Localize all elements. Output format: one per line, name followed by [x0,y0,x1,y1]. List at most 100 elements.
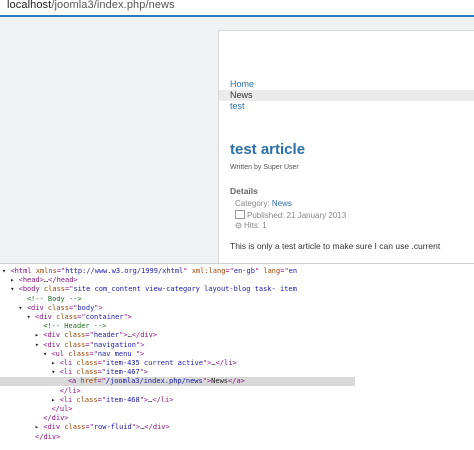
dom-token-val: item-435 current active [106,359,203,367]
dom-tree-row[interactable]: ▸ <head>…</head> [0,276,78,285]
dom-token-val: /joomla3/index.php/news [105,377,203,386]
dom-token-attr: class [64,423,86,432]
dom-token-attr: class [47,303,69,312]
expand-arrow-closed-icon[interactable]: ▸ [35,423,43,431]
url-path: /joomla3/index.php/news [51,0,175,11]
dom-tree-row[interactable]: ▾ <body class="site com_content view-cat… [0,285,297,294]
dom-token-attr: class [64,340,86,349]
dom-tree-row[interactable]: </ul> [0,405,72,414]
dom-token-tag: =" [97,395,106,404]
expand-arrow-open-icon[interactable]: ▾ [35,341,43,349]
eye-icon [235,222,242,229]
nav-item-home[interactable]: Home [219,79,474,90]
article-body: This is only a test article to make sure… [230,241,441,251]
expand-arrow-open-icon[interactable]: ▾ [27,313,35,321]
dom-token-tag: =" [85,340,94,349]
dom-token-tag: "> [135,340,145,349]
dom-token-tag: "> [119,331,128,340]
dom-tree-row[interactable]: </div> [0,433,60,442]
dom-tree-row[interactable]: <a href="/joomla3/index.php/news">News</… [0,377,356,387]
dom-token-tag: "> [94,303,103,312]
dom-token-tag: <li [59,359,77,367]
expand-arrow-closed-icon[interactable]: ▸ [10,276,18,284]
category-label: Category: [235,199,270,208]
dom-token-val: item-467 [106,368,140,377]
dom-token-val: en-gb [233,267,255,275]
dom-tree-row[interactable]: <!-- Body --> [0,295,82,304]
dom-tree-row[interactable]: ▾ <html xmlns="http://www.w3.org/1999/xh… [0,267,297,276]
dom-tree-row[interactable]: ▸ <div class="row-fluid">…</div> [0,423,170,432]
dom-token-tag: "> [123,313,132,321]
dom-token-val: site com_content view-category layout-bl… [73,285,297,294]
dom-token-tag: " [183,267,192,275]
nav-item-news[interactable]: News [219,90,474,101]
address-bar[interactable]: localhost/joomla3/index.php/news [0,0,474,14]
dom-token-tag: </li> [59,386,81,395]
dom-token-tag: "> [202,377,212,386]
dom-tree-row[interactable]: ▸ <div class="header">…</div> [0,331,157,340]
article-title[interactable]: test article [230,141,305,158]
expand-arrow-closed-icon[interactable]: ▸ [51,359,59,367]
dom-tree-row[interactable]: </li> [0,387,81,396]
category-line: Category: News [235,199,292,208]
dom-token-attr: class [76,395,98,404]
dom-token-attr: class [64,331,86,340]
dom-token-attr: class [56,313,78,321]
dom-token-tag: </head> [48,276,78,285]
expand-arrow-open-icon[interactable]: ▾ [10,285,18,293]
dom-token-tag: </div> [131,331,158,340]
dom-token-tag: <div [43,423,65,432]
dom-token-tag: <body [18,285,44,294]
expand-arrow-closed-icon[interactable]: ▸ [35,331,43,339]
dom-token-attr: xmlns [35,267,57,275]
article-byline: Written by Super User [230,164,299,171]
dom-token-attr: xml:lang [191,267,226,275]
dom-token-attr: lang [263,267,281,275]
dom-tree-row[interactable]: ▸ <li class="item-435 current active">…<… [0,359,236,368]
dom-token-tag: <head> [18,276,44,285]
nav-menu: Home News test [219,79,474,112]
devtools-elements-panel[interactable]: ▾ <html xmlns="http://www.w3.org/1999/xh… [0,263,474,450]
dom-tree-row[interactable]: ▸ <li class="item-468">…</li> [0,396,173,405]
dom-token-attr: class [76,368,98,377]
published-line: Published: 21 January 2013 [235,210,346,220]
url-text[interactable]: localhost/joomla3/index.php/news [7,0,175,11]
dom-token-tag: <a [67,377,81,386]
expand-arrow-open-icon[interactable]: ▾ [18,304,26,312]
content-panel: Home News test test article Written by S… [218,30,474,264]
dom-token-tag: <li [59,395,77,404]
dom-token-val: navigation [93,340,136,349]
dom-token-cmt: <!-- Header --> [43,322,107,331]
dom-token-val: body [77,303,95,312]
details-heading: Details [230,186,258,196]
nav-item-test[interactable]: test [219,101,474,112]
dom-tree-row[interactable]: ▾ <div class="container"> [0,313,132,322]
dom-token-val: container [85,313,124,321]
dom-token-cmt: <!-- Body --> [26,294,82,303]
dom-token-tag: =" [97,377,106,386]
category-link[interactable]: News [272,199,292,208]
dom-token-tag: </a> [228,377,245,386]
dom-tree-row[interactable]: </div> [0,414,68,423]
dom-tree-row[interactable]: ▾ <div class="body"> [0,303,103,313]
dom-token-tag: =" [89,349,98,358]
dom-tree-row[interactable]: ▾ <li class="item-467"> [0,368,148,377]
dom-token-tag: <div [26,303,48,312]
dom-token-tag: =" [280,267,289,275]
expand-arrow-closed-icon[interactable]: ▸ [51,396,59,404]
dom-token-val: item-468 [106,395,140,404]
dom-tree-row[interactable]: ▾ <div class="navigation"> [0,340,145,350]
dom-token-tag: "> [139,395,149,404]
dom-token-tag: </div> [35,432,61,441]
dom-tree-row[interactable]: ▾ <ul class="nav menu "> [0,350,144,359]
dom-token-val: en [288,267,298,275]
dom-tree-row[interactable]: <!-- Header --> [0,322,106,331]
expand-arrow-open-icon[interactable]: ▾ [51,368,59,376]
dom-token-tag: <div [35,313,57,321]
dom-token-attr: class [43,285,65,294]
calendar-icon [235,210,245,219]
